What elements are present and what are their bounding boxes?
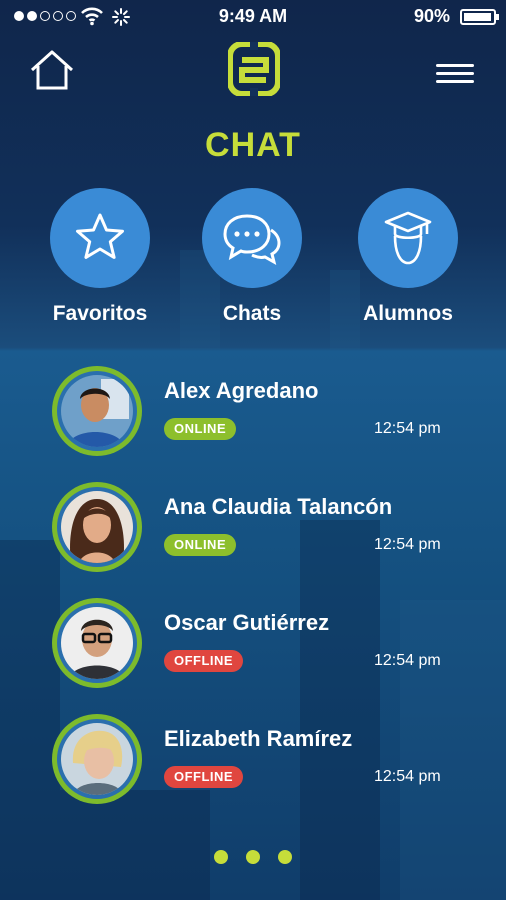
status-badge: OFFLINE: [164, 766, 244, 788]
chats-label: Chats: [222, 302, 282, 325]
message-time: 12:54 pm: [374, 536, 441, 553]
alumnos-label: Alumnos: [363, 302, 453, 325]
contact-row[interactable]: Ana Claudia Talancón ONLINE 12:54 pm: [0, 482, 506, 582]
star-icon: [50, 188, 150, 288]
page-dot[interactable]: [246, 850, 260, 864]
message-time: 12:54 pm: [374, 652, 441, 669]
graduate-icon: [358, 188, 458, 288]
message-time: 12:54 pm: [374, 420, 441, 437]
message-time: 12:54 pm: [374, 768, 441, 785]
alumnos-button[interactable]: Alumnos: [348, 188, 468, 326]
avatar: [52, 714, 142, 804]
favoritos-button[interactable]: Favoritos: [40, 188, 160, 326]
battery-icon: [460, 9, 499, 25]
contact-row[interactable]: Elizabeth Ramírez OFFLINE 12:54 pm: [0, 714, 506, 814]
favoritos-label: Favoritos: [52, 302, 148, 325]
status-badge: ONLINE: [164, 534, 237, 556]
contact-row[interactable]: Oscar Gutiérrez OFFLINE 12:54 pm: [0, 598, 506, 698]
hamburger-menu-icon[interactable]: [436, 64, 474, 86]
home-icon[interactable]: [28, 48, 76, 92]
contact-name: Alex Agredano: [164, 378, 319, 403]
contact-row[interactable]: Alex Agredano ONLINE 12:54 pm: [0, 366, 506, 466]
chats-button[interactable]: Chats: [192, 188, 312, 326]
chat-bubbles-icon: [202, 188, 302, 288]
avatar: [52, 482, 142, 572]
avatar: [52, 366, 142, 456]
page-title: CHAT: [205, 126, 301, 164]
battery-percentage: 90%: [413, 6, 450, 26]
contact-name: Ana Claudia Talancón: [164, 494, 393, 519]
app-logo-icon[interactable]: [228, 42, 280, 96]
contact-name: Elizabeth Ramírez: [164, 726, 353, 751]
page-indicator: [0, 850, 506, 864]
status-bar: 9:49 AM 90%: [0, 0, 506, 34]
contact-name: Oscar Gutiérrez: [164, 610, 330, 635]
page-dot[interactable]: [278, 850, 292, 864]
avatar: [52, 598, 142, 688]
status-badge: ONLINE: [164, 418, 237, 440]
status-badge: OFFLINE: [164, 650, 244, 672]
page-dot[interactable]: [214, 850, 228, 864]
